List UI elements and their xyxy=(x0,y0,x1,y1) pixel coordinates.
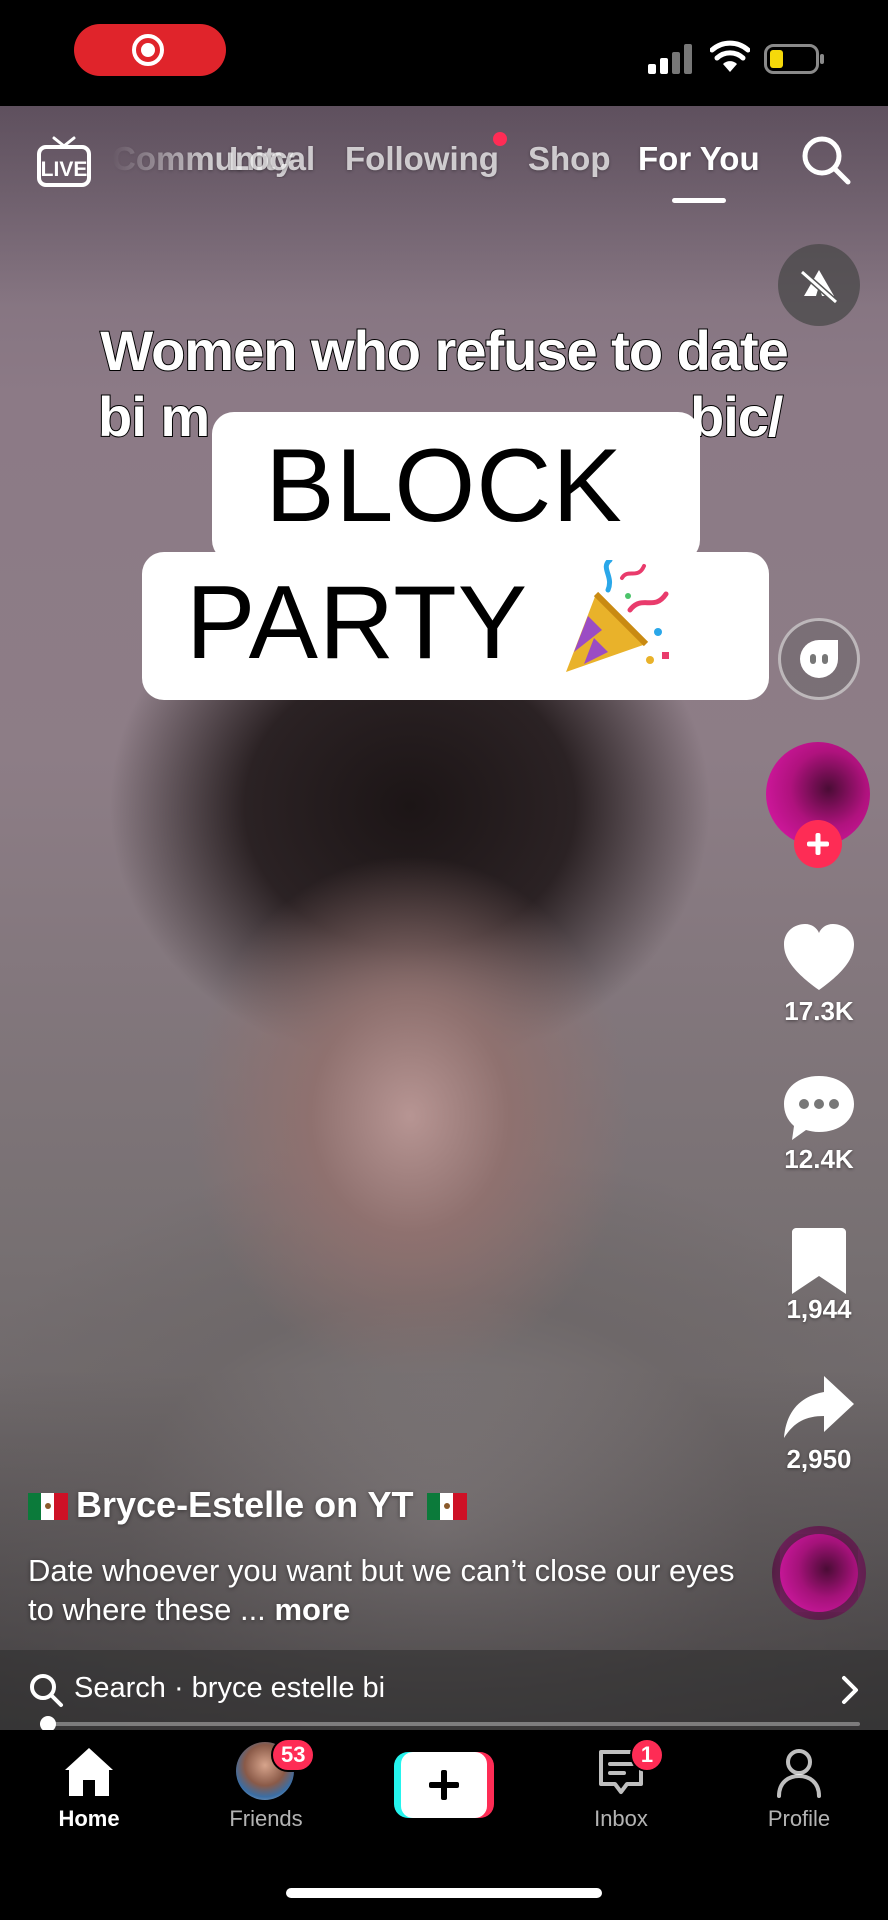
live-label: LIVE xyxy=(41,158,88,181)
wifi-icon xyxy=(710,40,750,72)
sticker-text-line-1: BLOCK xyxy=(265,428,623,544)
follow-button[interactable] xyxy=(794,820,842,868)
live-tv-icon[interactable]: LIVE xyxy=(36,134,92,188)
home-icon xyxy=(65,1748,113,1796)
status-bar xyxy=(0,0,888,106)
like-heart-icon[interactable] xyxy=(778,922,860,994)
profile-person-icon xyxy=(777,1749,821,1798)
video-description[interactable]: Date whoever you want but we can’t close… xyxy=(28,1551,748,1629)
more-link[interactable]: more xyxy=(274,1592,350,1627)
tab-home[interactable]: Home xyxy=(14,1730,164,1860)
battery-icon xyxy=(764,44,824,74)
overlay-line-2: bi m xyxy=(97,384,211,449)
comment-count: 12.4K xyxy=(784,1144,854,1174)
party-popper-icon xyxy=(566,560,669,672)
new-content-dot xyxy=(493,132,507,146)
sound-disc[interactable] xyxy=(772,1526,866,1620)
save-count: 1,944 xyxy=(786,1294,852,1324)
tab-home-label: Home xyxy=(58,1806,120,1831)
overlay-line-2-tail: bic/ xyxy=(689,384,784,449)
share-count: 2,950 xyxy=(786,1444,852,1474)
tab-profile-label: Profile xyxy=(767,1806,831,1831)
mexico-flag-icon xyxy=(427,1493,468,1520)
creator-username[interactable]: Bryce-Estelle on YT xyxy=(76,1484,413,1525)
like-count: 17.3K xyxy=(784,996,854,1026)
mexico-flag-icon xyxy=(28,1493,68,1520)
bookmark-icon[interactable] xyxy=(778,1224,860,1296)
tab-inbox[interactable]: 1 Inbox xyxy=(546,1730,696,1860)
screen-recording-indicator[interactable] xyxy=(74,24,226,76)
search-icon xyxy=(30,1674,63,1707)
search-icon[interactable] xyxy=(800,134,852,186)
tab-shop[interactable]: Shop xyxy=(528,140,610,178)
related-search-bar[interactable]: Search · bryce estelle bi xyxy=(0,1650,888,1730)
tent-slash-icon xyxy=(800,269,838,305)
share-arrow-icon[interactable] xyxy=(778,1372,860,1444)
tab-friends[interactable]: 53 Friends xyxy=(191,1730,341,1860)
creator-username-row[interactable]: Bryce-Estelle on YT xyxy=(28,1484,475,1526)
related-search-text: Search · bryce estelle bi xyxy=(74,1672,386,1704)
effect-face-icon xyxy=(800,640,838,678)
plus-icon xyxy=(807,833,829,855)
feed-tabs: LIVE Community Local Following Shop For … xyxy=(0,106,888,216)
friends-badge: 53 xyxy=(271,1738,316,1772)
tab-friends-label: Friends xyxy=(229,1806,303,1831)
tab-inbox-label: Inbox xyxy=(594,1806,648,1831)
chevron-right-icon xyxy=(842,1676,858,1704)
comment-icon[interactable] xyxy=(778,1072,860,1144)
create-button[interactable] xyxy=(394,1752,494,1818)
inbox-badge: 1 xyxy=(630,1738,664,1772)
tab-profile[interactable]: Profile xyxy=(724,1730,874,1860)
active-tab-indicator xyxy=(672,198,726,203)
tab-for-you[interactable]: For You xyxy=(638,140,760,178)
effect-button[interactable] xyxy=(778,618,860,700)
mute-promo-button[interactable] xyxy=(778,244,860,326)
home-indicator xyxy=(286,1888,602,1898)
video-progress-track[interactable] xyxy=(40,1722,860,1726)
cellular-signal-icon xyxy=(648,44,696,74)
tab-local[interactable]: Local xyxy=(229,140,315,178)
description-text: Date whoever you want but we can’t close… xyxy=(28,1553,735,1627)
tab-following[interactable]: Following xyxy=(345,140,499,178)
overlay-line-1: Women who refuse to date xyxy=(99,318,789,383)
